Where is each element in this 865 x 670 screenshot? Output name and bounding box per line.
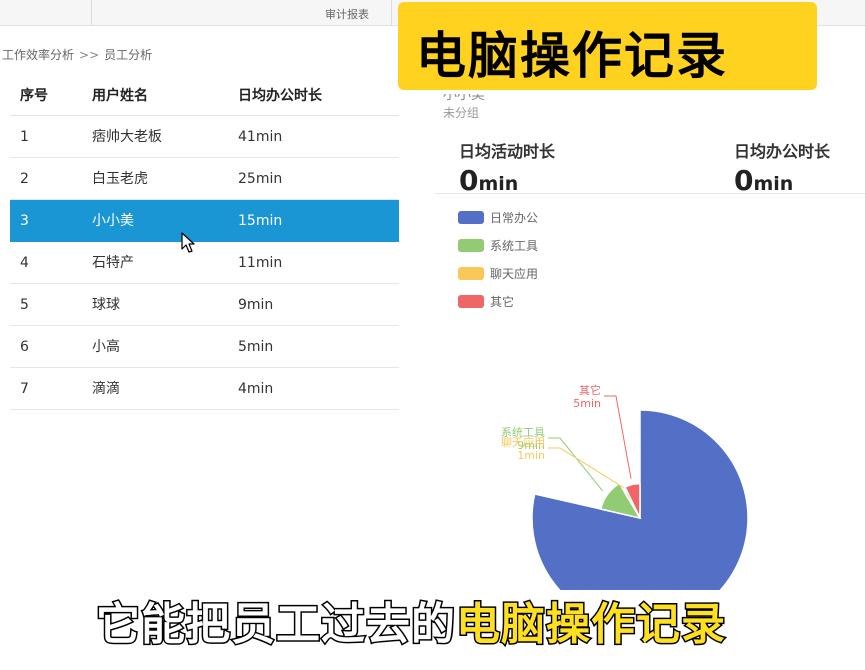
table-row[interactable]: 4 石特产 11min (10, 242, 399, 284)
row-user-name: 球球 (92, 297, 120, 313)
row-user-name: 小高 (92, 339, 120, 355)
table-row[interactable]: 1 痞帅大老板 41min (10, 116, 399, 158)
column-header-name[interactable]: 用户姓名 (92, 76, 148, 116)
row-index: 7 (20, 381, 29, 397)
overlay-title-badge: 电脑操作记录 (398, 2, 817, 90)
table-row[interactable]: 6 小高 5min (10, 326, 399, 368)
subtitle-white: 它能把员工过去的 (95, 598, 457, 652)
pie-label-line-system-tools (548, 437, 603, 492)
row-duration: 15min (238, 213, 283, 229)
row-user-name: 小小美 (92, 213, 134, 229)
metrics-divider (435, 193, 865, 194)
row-index: 2 (20, 171, 29, 187)
selected-user-group: 未分组 (443, 106, 480, 120)
row-user-name: 痞帅大老板 (92, 129, 162, 145)
row-user-name: 石特产 (92, 255, 134, 271)
table-header: 序号 用户姓名 日均办公时长 (10, 76, 399, 116)
daily-office-unit: min (753, 173, 794, 195)
row-duration: 11min (238, 255, 283, 271)
row-duration: 9min (238, 297, 274, 313)
table-row[interactable]: 2 白玉老虎 25min (10, 158, 399, 200)
tab-audit-report-label: 审计报表 (325, 8, 369, 21)
table-row-selected[interactable]: 3 小小美 15min (10, 200, 399, 242)
row-index: 4 (20, 255, 29, 271)
legend-label: 日常办公 (490, 211, 539, 225)
row-duration: 4min (238, 381, 274, 397)
row-user-name: 白玉老虎 (92, 171, 148, 187)
row-index: 1 (20, 129, 29, 145)
subtitle-yellow: 电脑操作记录 (455, 598, 727, 652)
overlay-title: 电脑操作记录 (416, 27, 728, 85)
row-index: 5 (20, 297, 29, 313)
legend-label: 聊天应用 (490, 267, 539, 281)
usage-pie-chart: 日常办公55min系统工具9min聊天应用1min其它5min (501, 383, 749, 590)
daily-active-unit: min (478, 173, 519, 195)
row-user-name: 滴滴 (92, 381, 120, 397)
legend-swatch (458, 211, 484, 224)
legend-label: 其它 (490, 295, 515, 309)
row-duration: 41min (238, 129, 283, 145)
pie-label-name-chat-apps: 聊天应用 (501, 435, 545, 449)
mouse-cursor-icon (181, 232, 195, 253)
breadcrumb: 工作效率分析 >> 员工分析 (2, 46, 152, 63)
column-header-index[interactable]: 序号 (20, 76, 48, 116)
column-header-duration[interactable]: 日均办公时长 (238, 76, 322, 116)
pie-label-value-chat-apps: 1min (517, 449, 545, 462)
legend-swatch (458, 239, 484, 252)
row-index: 6 (20, 339, 29, 355)
pie-label-line-other (604, 395, 632, 479)
top-tab[interactable] (0, 0, 92, 26)
row-duration: 25min (238, 171, 283, 187)
pie-label-value-other: 5min (573, 397, 601, 410)
breadcrumb-parent[interactable]: 工作效率分析 (2, 48, 74, 62)
legend-swatch (458, 267, 484, 280)
employee-table: 序号 用户姓名 日均办公时长 1 痞帅大老板 41min 2 白玉老虎 25mi… (10, 76, 399, 410)
legend-swatch (458, 295, 484, 308)
pie-label-line-chat-apps (548, 447, 624, 489)
table-row[interactable]: 7 滴滴 4min (10, 368, 399, 410)
daily-office-label: 日均办公时长 (734, 142, 831, 161)
row-duration: 5min (238, 339, 274, 355)
pie-label-name-other: 其它 (579, 383, 601, 397)
legend-label: 系统工具 (490, 239, 539, 253)
row-index: 3 (20, 213, 29, 229)
table-row[interactable]: 5 球球 9min (10, 284, 399, 326)
subtitle-caption: 它能把员工过去的电脑操作记录 (95, 588, 727, 652)
daily-active-label: 日均活动时长 (459, 142, 556, 161)
breadcrumb-separator: >> (79, 48, 100, 62)
breadcrumb-current: 员工分析 (104, 48, 153, 62)
